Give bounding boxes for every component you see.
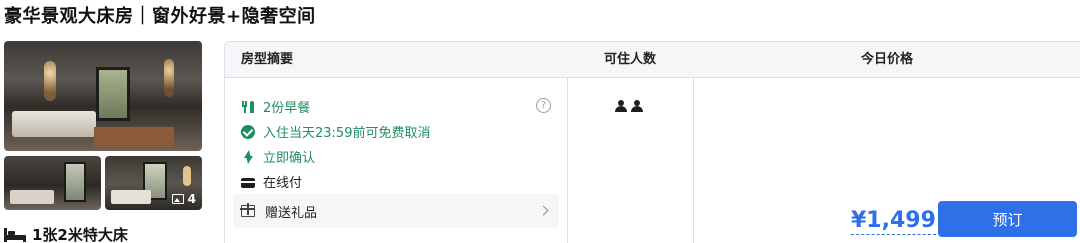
benefit-instant-confirm: 立即确认 [241, 144, 559, 169]
room-title: 豪华景观大床房｜窗外好景+隐奢空间 [4, 6, 316, 27]
check-circle-icon [241, 124, 255, 139]
benefit-list: 2份早餐 入住当天23:59前可免费取消 立即确认 在线付 ? [241, 94, 559, 194]
occupancy-icons [615, 100, 643, 112]
sofa-shape [10, 190, 54, 204]
meal-icon [241, 100, 255, 114]
benefit-label: 在线付 [263, 176, 303, 191]
benefit-breakfast: 2份早餐 [241, 94, 559, 119]
photo-count-value: 4 [187, 192, 196, 206]
lamp-shape [44, 61, 56, 101]
bed-shape [12, 111, 96, 137]
window-shape [96, 67, 130, 121]
main-room-photo[interactable] [4, 41, 202, 151]
lamp-shape-2 [164, 59, 174, 97]
credit-card-icon [241, 177, 255, 188]
book-button[interactable]: 预订 [938, 201, 1077, 237]
room-photo-thumbnail-1[interactable] [4, 156, 101, 210]
benefit-label: 立即确认 [263, 151, 316, 166]
header-room-summary: 房型摘要 [241, 52, 294, 67]
rate-table: 房型摘要 可住人数 今日价格 2份早餐 入住当天23:59前可免费取消 立即确认… [224, 41, 1080, 243]
benefit-label: 2份早餐 [263, 101, 311, 116]
gift-label: 赠送礼品 [265, 205, 318, 221]
room-photo-thumbnail-2[interactable]: 4 [105, 156, 202, 210]
bed-description: 1张2米特大床 [32, 226, 128, 243]
header-today-price: 今日价格 [860, 52, 913, 67]
gift-row[interactable]: 赠送礼品 [233, 194, 559, 228]
bed-info: 1张2米特大床 [4, 224, 128, 243]
table-header: 房型摘要 可住人数 今日价格 [225, 42, 1080, 78]
rug-shape [94, 127, 174, 147]
chevron-right-icon [538, 205, 549, 216]
price-value[interactable]: ¥1,499 [851, 208, 936, 235]
image-icon [171, 194, 184, 204]
window-shape [64, 162, 86, 202]
person-icon [615, 100, 627, 112]
person-icon [631, 100, 643, 112]
lightning-icon [241, 149, 255, 164]
benefit-free-cancellation: 入住当天23:59前可免费取消 [241, 119, 559, 144]
header-occupancy: 可住人数 [603, 52, 656, 67]
gift-icon [240, 203, 255, 217]
column-divider [693, 78, 694, 243]
benefit-label: 入住当天23:59前可免费取消 [263, 126, 431, 141]
bed-shape [111, 190, 151, 204]
lamp-shape [183, 166, 191, 186]
column-divider [567, 78, 568, 243]
benefit-pay-online: 在线付 [241, 169, 559, 194]
help-icon[interactable]: ? [536, 98, 551, 113]
photo-count-badge[interactable]: 4 [171, 192, 196, 206]
bed-icon [4, 227, 26, 242]
